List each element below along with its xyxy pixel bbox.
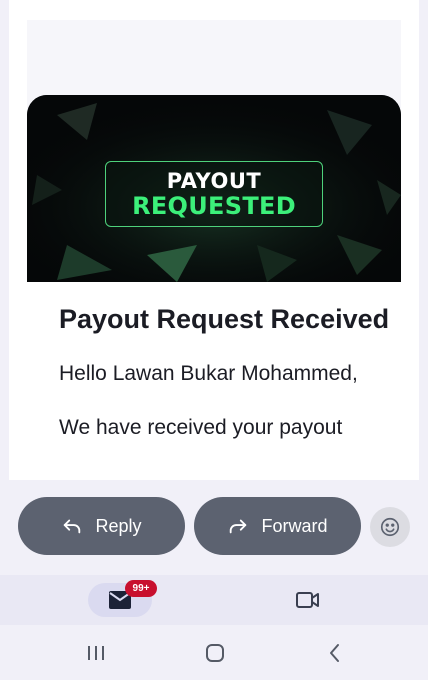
payout-banner: PAYOUT REQUESTED — [27, 95, 401, 282]
video-camera-icon — [296, 592, 319, 608]
email-action-bar: Reply Forward — [0, 480, 428, 575]
nav-meet-tab[interactable] — [292, 586, 324, 614]
email-body-text: We have received your payout — [59, 416, 343, 439]
banner-line-2: REQUESTED — [132, 192, 296, 220]
reply-label: Reply — [95, 515, 142, 536]
email-body: Payout Request Received Hello Lawan Buka… — [27, 282, 401, 480]
smiley-icon — [380, 517, 400, 537]
email-content-pane[interactable]: PAYOUT REQUESTED Payout Request Received… — [9, 0, 419, 480]
home-icon — [206, 644, 224, 662]
forward-label: Forward — [261, 515, 328, 536]
email-heading: Payout Request Received — [59, 304, 390, 334]
unread-count-badge: 99+ — [125, 580, 157, 597]
back-button[interactable] — [323, 641, 347, 665]
system-navigation-bar — [0, 625, 428, 680]
banner-line-1: PAYOUT — [166, 169, 262, 193]
email-greeting: Hello Lawan Bukar Mohammed, — [59, 362, 358, 385]
emoji-reaction-button[interactable] — [370, 507, 410, 547]
banner-frame: PAYOUT REQUESTED — [105, 161, 323, 227]
home-button[interactable] — [203, 641, 227, 665]
back-icon — [330, 644, 339, 662]
recents-icon — [88, 646, 104, 660]
recents-button[interactable] — [84, 641, 108, 665]
bottom-navigation: 99+ — [0, 575, 428, 625]
forward-icon — [227, 515, 249, 537]
forward-button[interactable]: Forward — [194, 497, 361, 555]
reply-button[interactable]: Reply — [18, 497, 185, 555]
reply-icon — [61, 515, 83, 537]
